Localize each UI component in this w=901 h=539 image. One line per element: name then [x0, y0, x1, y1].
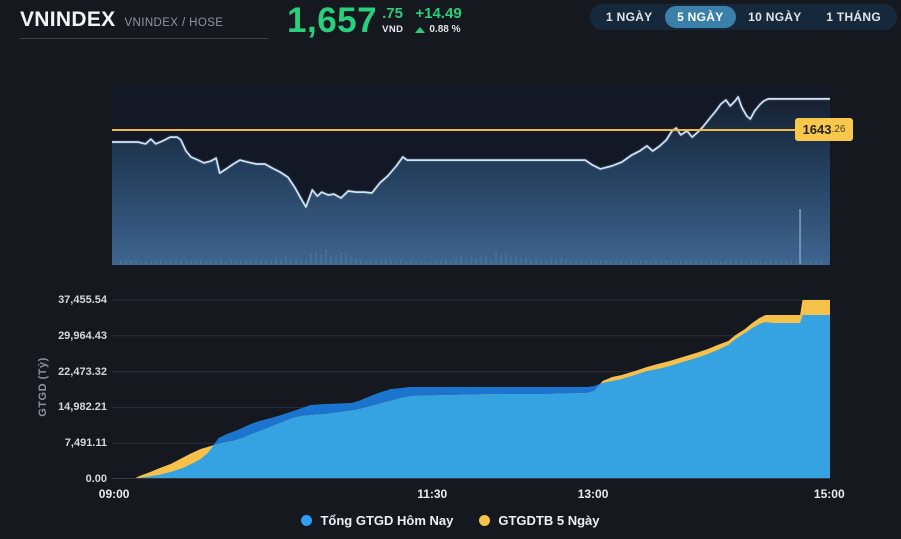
- header-title-block: VNINDEX VNINDEX / HOSE: [20, 8, 223, 32]
- price-value: 1,657: [287, 1, 378, 40]
- legend-label: Tổng GTGD Hôm Nay: [320, 513, 454, 528]
- x-tick-label: 15:00: [813, 487, 845, 501]
- currency-label: VND: [382, 24, 404, 35]
- vnindex-widget: VNINDEX VNINDEX / HOSE 1,657 .75 VND +14…: [0, 0, 901, 539]
- price-block: 1,657 .75 VND +14.49 0.88 %: [287, 1, 462, 40]
- range-button-2[interactable]: 5 NGÀY: [665, 6, 736, 28]
- y-tick-label: 37,455.54: [58, 294, 107, 306]
- exchange-label: VNINDEX / HOSE: [124, 17, 224, 29]
- y-tick-label: 14,982.21: [58, 401, 107, 414]
- reference-price-label: 1643.26: [795, 118, 853, 141]
- legend-dot-icon: [301, 515, 313, 526]
- page-title: VNINDEX: [20, 8, 116, 31]
- x-tick-label: 09:00: [98, 487, 130, 501]
- y-tick-label: 7,491.11: [64, 437, 107, 450]
- volume-y-axis-title: GTGD (Tỷ): [37, 357, 49, 417]
- price-fraction: .75: [382, 5, 403, 22]
- volume-chart[interactable]: [112, 296, 830, 479]
- y-tick-label: 0.00: [85, 473, 107, 485]
- title-divider: [20, 38, 268, 39]
- legend-item-1[interactable]: Tổng GTGD Hôm Nay: [301, 513, 453, 528]
- x-tick-label: 11:30: [417, 487, 448, 501]
- up-triangle-icon: [415, 26, 426, 33]
- range-button-1[interactable]: 1 NGÀY: [594, 6, 664, 28]
- range-button-4[interactable]: 1 THÁNG: [814, 6, 893, 28]
- price-volume-spike: [799, 209, 802, 264]
- today-volume-area-bright: [112, 315, 830, 479]
- range-button-3[interactable]: 10 NGÀY: [736, 6, 813, 28]
- chart-legend: Tổng GTGD Hôm Nay GTGDTB 5 Ngày: [0, 513, 901, 528]
- time-range-selector: 1 NGÀY 5 NGÀY 10 NGÀY 1 THÁNG: [590, 4, 897, 30]
- price-change-percent: 0.88 %: [429, 24, 461, 35]
- price-chart[interactable]: [112, 85, 830, 265]
- y-tick-label: 22,473.32: [58, 365, 107, 378]
- legend-dot-icon: [479, 515, 491, 526]
- reference-price-line: [112, 129, 853, 131]
- reference-price-frac: .26: [831, 124, 846, 135]
- legend-item-2[interactable]: GTGDTB 5 Ngày: [479, 513, 600, 528]
- y-tick-label: 29,964.43: [58, 329, 107, 342]
- price-change: +14.49: [415, 5, 462, 22]
- reference-price-main: 1643: [802, 122, 832, 137]
- legend-label: GTGDTB 5 Ngày: [498, 513, 600, 528]
- x-tick-label: 13:00: [577, 487, 609, 501]
